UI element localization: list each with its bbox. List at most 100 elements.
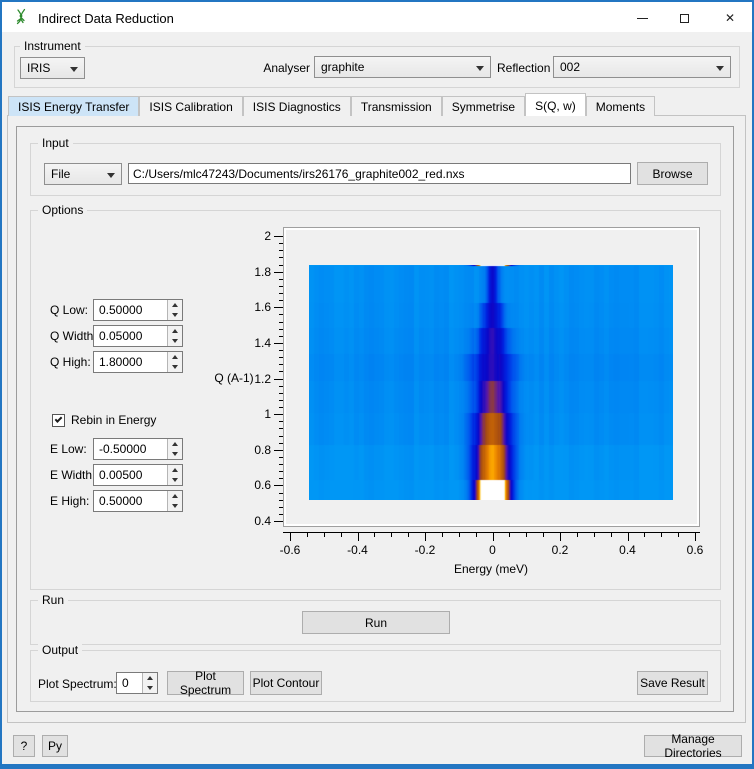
file-path-input[interactable] [128,163,631,184]
run-button[interactable]: Run [302,611,450,634]
y-axis-tick-label: 1 [264,407,271,422]
reflection-label: Reflection [497,61,551,75]
reflection-combobox-value: 002 [560,60,581,74]
x-axis-tick-label: -0.6 [279,543,301,557]
input-group-label: Input [38,136,73,150]
y-axis-major-tick [274,307,283,309]
analyser-label: Analyser [263,61,310,75]
y-axis-tick-label: 0.6 [254,478,271,493]
sqw-heatmap [309,265,673,500]
y-axis-major-tick [274,485,283,487]
minimize-button[interactable] [625,4,659,32]
maximize-button[interactable] [667,4,701,32]
y-axis-tick-label: 0.4 [254,514,271,528]
output-group-label: Output [38,643,83,657]
x-axis-minor-tick [610,532,612,537]
q-high-spinbox[interactable]: 1.80000 [93,351,183,373]
y-axis-minor-tick [279,464,283,465]
y-axis-minor-tick [279,442,283,444]
x-axis-minor-tick [458,532,460,537]
y-axis-minor-tick [279,285,283,287]
minimize-icon [636,17,648,19]
y-axis-tick-label: 1.4 [254,335,271,350]
input-source-value: File [51,167,71,181]
y-axis-tick-label: 1.6 [254,300,271,315]
plot-spectrum-spinbox[interactable]: 0 [116,672,158,694]
x-axis-tick-label: -0.4 [347,543,368,557]
y-axis-minor-tick [279,407,283,408]
e-width-spinbox[interactable]: 0.00500 [93,464,183,486]
y-axis-minor-tick [279,513,283,515]
x-axis-minor-tick [509,532,511,537]
tab-sqw[interactable]: S(Q, w) [525,93,586,116]
save-result-button[interactable]: Save Result [637,671,708,695]
analyser-combobox[interactable]: graphite [314,56,491,78]
y-axis-minor-tick [279,499,283,501]
browse-button[interactable]: Browse [637,162,708,185]
y-axis-minor-tick [279,421,283,423]
q-width-spinbox[interactable]: 0.05000 [93,325,183,347]
x-axis-major-tick [492,532,494,541]
x-axis-major-tick [560,532,561,541]
q-low-value: 0.50000 [99,303,143,317]
help-button[interactable]: ? [13,735,35,757]
x-axis-minor-tick [526,532,528,537]
spin-buttons[interactable] [167,326,182,346]
y-axis-minor-tick [279,264,283,266]
y-axis-minor-tick [279,357,283,359]
close-button[interactable]: ✕ [713,4,747,32]
y-axis-major-tick [274,236,283,237]
chevron-down-icon [476,66,484,71]
tab-transmission[interactable]: Transmission [350,96,442,116]
reflection-combobox[interactable]: 002 [553,56,731,78]
plot-spectrum-value: 0 [122,676,129,690]
y-axis-major-tick [274,414,283,416]
q-low-spinbox[interactable]: 0.50000 [93,299,183,321]
python-export-button[interactable]: Py [42,735,68,757]
rebin-in-energy-checkbox[interactable] [52,414,65,427]
spin-down-icon [172,339,178,343]
y-axis-minor-tick [279,399,283,401]
plot-contour-button[interactable]: Plot Contour [250,671,322,695]
spin-up-icon [172,329,178,333]
tab-symmetrise[interactable]: Symmetrise [441,96,526,116]
x-axis-line [283,532,700,533]
input-source-combobox[interactable]: File [44,163,122,185]
x-axis-major-tick [695,532,696,541]
y-axis-minor-tick [279,506,283,508]
spin-buttons[interactable] [142,673,157,693]
spin-down-icon [172,504,178,508]
tab-isis-energy-transfer[interactable]: ISIS Energy Transfer [8,96,140,116]
y-axis-minor-tick [279,492,283,494]
e-low-spinbox[interactable]: -0.50000 [93,438,183,460]
tab-bar: ISIS Energy Transfer ISIS Calibration IS… [8,93,656,116]
mantid-mantis-icon [16,8,26,25]
spin-buttons[interactable] [167,300,182,320]
tab-isis-diagnostics[interactable]: ISIS Diagnostics [242,96,351,116]
run-group-label: Run [38,593,69,607]
y-axis-minor-tick [279,371,283,373]
x-axis-tick-label: 0 [489,543,496,557]
y-axis-title: Q (A-1) [214,371,254,385]
e-high-spinbox[interactable]: 0.50000 [93,490,183,512]
spin-buttons[interactable] [167,352,182,372]
x-axis-minor-tick [593,532,595,537]
spin-buttons[interactable] [167,491,182,511]
y-axis-tick-label: 1.8 [254,264,271,279]
q-width-value: 0.05000 [99,329,143,343]
spin-up-icon [172,355,178,359]
spin-buttons[interactable] [167,465,182,485]
spin-up-icon [172,468,178,472]
x-axis-minor-tick [340,532,342,537]
tab-isis-calibration[interactable]: ISIS Calibration [139,96,243,116]
x-axis-minor-tick [391,532,393,537]
tab-moments[interactable]: Moments [585,96,656,116]
spin-buttons[interactable] [167,439,182,459]
e-low-label: E Low: [50,442,87,456]
spin-down-icon [172,313,178,317]
manage-directories-button[interactable]: Manage Directories [644,732,742,760]
spin-down-icon [147,686,153,690]
plot-spectrum-button[interactable]: Plot Spectrum [167,669,244,697]
instrument-combobox[interactable]: IRIS [20,57,85,79]
y-axis-minor-tick [279,392,283,394]
